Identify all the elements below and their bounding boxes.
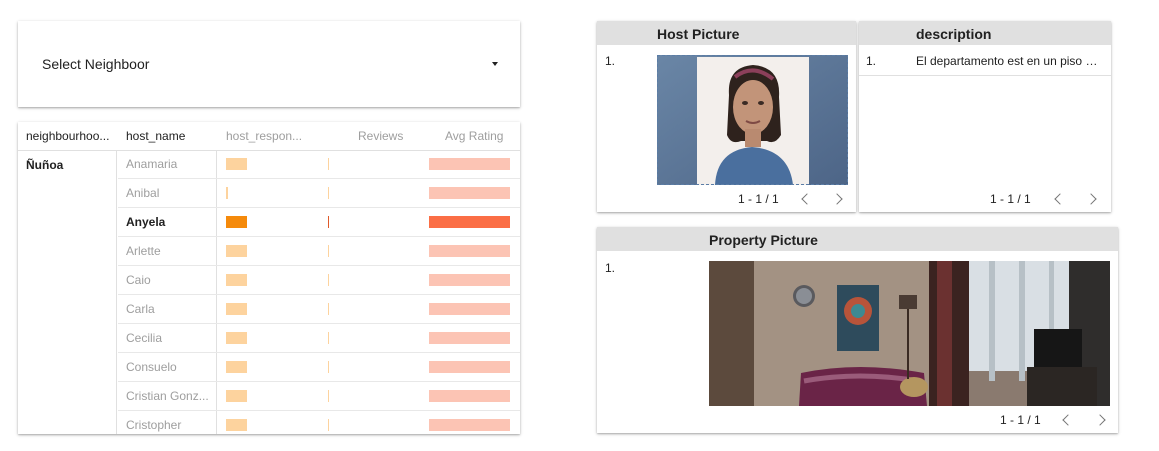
table-row[interactable]: Anibal xyxy=(18,179,520,208)
row-number: 1. xyxy=(866,54,877,68)
table-row[interactable]: Cecilia xyxy=(18,324,520,353)
description-header[interactable]: description xyxy=(916,26,991,42)
avg-rating-bar xyxy=(429,332,510,344)
response-rate-bar xyxy=(226,390,247,402)
property-picture-header[interactable]: Property Picture xyxy=(709,232,818,248)
row-divider xyxy=(859,75,1111,76)
table-row[interactable]: Cristopher xyxy=(18,411,520,434)
host-picture-header[interactable]: Host Picture xyxy=(657,26,739,42)
neighbourhood-dropdown[interactable]: Select Neighboor xyxy=(18,21,520,107)
prev-page-icon[interactable] xyxy=(801,193,813,205)
host-name-cell: Cristian Gonz... xyxy=(126,389,209,403)
description-table: description 1. El departamento est en un… xyxy=(859,21,1111,212)
avg-rating-bar xyxy=(429,274,510,286)
response-rate-bar xyxy=(226,361,247,373)
host-name-cell: Cecilia xyxy=(126,331,163,345)
host-name-cell: Cristopher xyxy=(126,418,182,432)
response-rate-bar xyxy=(226,158,247,170)
pager-label: 1 - 1 / 1 xyxy=(990,192,1031,206)
header-avg-rating[interactable]: Avg Rating xyxy=(445,122,515,150)
description-text: El departamento est en un piso 1... xyxy=(916,54,1099,68)
header-host-name[interactable]: host_name xyxy=(126,122,216,150)
response-rate-bar xyxy=(226,332,247,344)
host-name-cell: Consuelo xyxy=(126,360,177,374)
host-name-cell: Arlette xyxy=(126,244,161,258)
table-row[interactable]: Caio xyxy=(18,266,520,295)
host-name-cell: Anamaria xyxy=(126,157,178,171)
header-reviews[interactable]: Reviews xyxy=(358,122,418,150)
reviews-bar xyxy=(328,303,329,315)
table-row[interactable]: Arlette xyxy=(18,237,520,266)
next-page-icon[interactable] xyxy=(1085,193,1097,205)
host-name-cell: Carla xyxy=(126,302,155,316)
avg-rating-bar xyxy=(429,216,510,228)
avg-rating-bar xyxy=(429,419,510,431)
header-host-response[interactable]: host_respon... xyxy=(226,122,316,150)
avg-rating-bar xyxy=(429,390,510,402)
table-header: Host Picture xyxy=(597,21,856,45)
avg-rating-bar xyxy=(429,303,510,315)
row-number: 1. xyxy=(605,261,616,275)
table-row[interactable]: Cristian Gonz... xyxy=(18,382,520,411)
property-photo xyxy=(709,261,1110,406)
pager-label: 1 - 1 / 1 xyxy=(1000,413,1041,427)
host-name-cell: Caio xyxy=(126,273,151,287)
avg-rating-bar xyxy=(429,187,510,199)
host-photo xyxy=(657,55,848,185)
table-row[interactable]: Consuelo xyxy=(18,353,520,382)
prev-page-icon[interactable] xyxy=(1062,414,1074,426)
avg-rating-bar xyxy=(429,361,510,373)
property-picture-table: Property Picture 1. 1 - 1 / 1 xyxy=(597,227,1118,433)
reviews-bar xyxy=(328,419,329,431)
next-page-icon[interactable] xyxy=(831,193,843,205)
response-rate-bar xyxy=(226,274,247,286)
reviews-bar xyxy=(328,158,329,170)
prev-page-icon[interactable] xyxy=(1054,193,1066,205)
reviews-bar xyxy=(328,361,329,373)
table-header: Property Picture xyxy=(597,227,1118,251)
header-neighbourhood[interactable]: neighbourhoo... xyxy=(26,122,116,150)
row-number: 1. xyxy=(605,54,616,68)
pager-label: 1 - 1 / 1 xyxy=(738,192,779,206)
avg-rating-bar xyxy=(429,245,510,257)
host-picture-table: Host Picture 1. 1 - 1 / 1 xyxy=(597,21,856,212)
table-row[interactable]: Carla xyxy=(18,295,520,324)
dropdown-arrow-icon[interactable] xyxy=(492,62,498,66)
reviews-bar xyxy=(328,245,329,257)
next-page-icon[interactable] xyxy=(1094,414,1106,426)
table-header: description xyxy=(859,21,1111,45)
dropdown-label: Select Neighboor xyxy=(42,56,150,72)
avg-rating-bar xyxy=(429,158,510,170)
reviews-bar xyxy=(328,274,329,286)
response-rate-bar xyxy=(226,303,247,315)
table-row[interactable]: Anyela xyxy=(18,208,520,237)
host-name-cell: Anibal xyxy=(126,186,160,200)
response-rate-bar xyxy=(226,245,247,257)
reviews-bar xyxy=(328,332,329,344)
response-rate-bar xyxy=(226,187,228,199)
host-name-cell: Anyela xyxy=(126,215,166,229)
response-rate-bar xyxy=(226,419,247,431)
response-rate-bar xyxy=(226,216,247,228)
table-row[interactable]: Anamaria xyxy=(18,150,520,179)
pivot-table: neighbourhoo... host_name host_respon...… xyxy=(18,122,520,434)
reviews-bar xyxy=(328,390,329,402)
reviews-bar xyxy=(328,187,329,199)
reviews-bar xyxy=(328,216,329,228)
